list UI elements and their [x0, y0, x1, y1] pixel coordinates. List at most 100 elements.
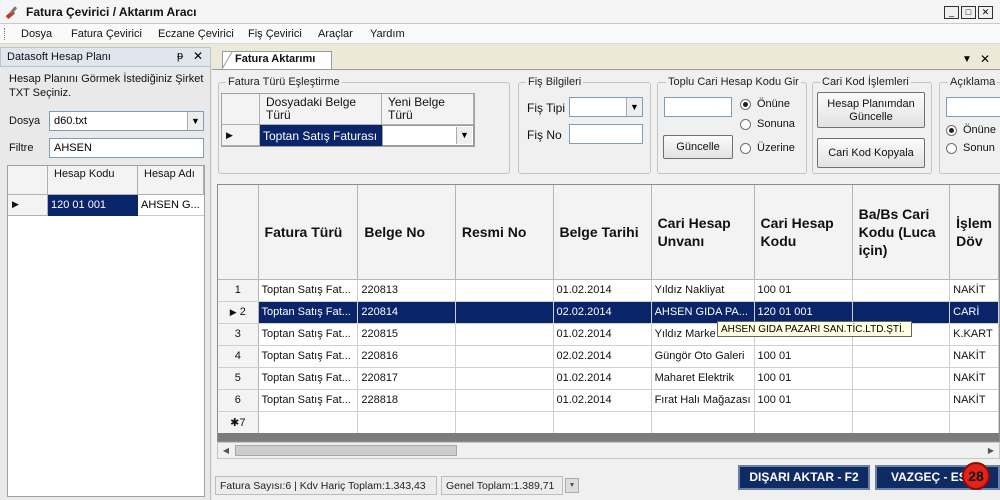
- cell-belge-tarihi[interactable]: 01.02.2014: [553, 367, 652, 390]
- bulk-code-input[interactable]: [664, 97, 732, 117]
- account-row-name[interactable]: AHSEN G...: [138, 195, 204, 216]
- cell-belge-no[interactable]: 220815: [357, 323, 456, 346]
- cell-belge-tarihi[interactable]: 01.02.2014: [553, 279, 652, 302]
- hesap-planindan-guncelle-button[interactable]: Hesap Planımdan Güncelle: [817, 92, 925, 128]
- cell-fatura-turu[interactable]: Toptan Satış Fat...: [258, 301, 359, 324]
- cell-empty[interactable]: [357, 411, 456, 434]
- radio-onune[interactable]: [740, 99, 751, 110]
- cell-babs-kod[interactable]: [852, 389, 951, 412]
- new-row[interactable]: ✱7: [218, 411, 999, 434]
- cell-islem[interactable]: K.KART: [949, 323, 999, 346]
- radio-sonuna[interactable]: [740, 119, 751, 130]
- cell-cari-unvan[interactable]: Fırat Halı Mağazası: [651, 389, 755, 412]
- col-belge-tarihi[interactable]: Belge Tarihi: [553, 185, 652, 280]
- cell-belge-no[interactable]: 220814: [357, 301, 456, 324]
- account-row-code[interactable]: 120 01 001: [48, 195, 138, 216]
- close-window-button[interactable]: ✕: [978, 6, 993, 19]
- cell-empty[interactable]: [258, 411, 359, 434]
- cell-cari-kod[interactable]: 100 01: [754, 367, 853, 390]
- fis-no-input[interactable]: [569, 124, 643, 144]
- cell-fatura-turu[interactable]: Toptan Satış Fat...: [258, 389, 359, 412]
- pin-icon[interactable]: ᵽ: [177, 50, 183, 62]
- cell-empty[interactable]: [651, 411, 755, 434]
- maximize-button[interactable]: □: [961, 6, 976, 19]
- cell-cari-unvan[interactable]: Yıldız Nakliyat: [651, 279, 755, 302]
- cell-fatura-turu[interactable]: Toptan Satış Fat...: [258, 279, 359, 302]
- tab-close-icon[interactable]: ✕: [980, 52, 990, 66]
- menu-dosya[interactable]: Dosya: [21, 28, 52, 40]
- mapping-chevron-down-icon[interactable]: ▼: [456, 127, 472, 144]
- cell-belge-tarihi[interactable]: 02.02.2014: [553, 345, 652, 368]
- cell-belge-tarihi[interactable]: 02.02.2014: [553, 301, 652, 324]
- cell-cari-unvan[interactable]: Güngör Oto Galeri: [651, 345, 755, 368]
- col-fatura-turu[interactable]: Fatura Türü: [258, 185, 359, 280]
- cell-resmi-no[interactable]: [455, 367, 554, 390]
- scroll-right-icon[interactable]: ▶: [984, 444, 998, 457]
- cell-belge-tarihi[interactable]: 01.02.2014: [553, 389, 652, 412]
- chevron-down-icon[interactable]: ▼: [187, 112, 203, 130]
- col-resmi-no[interactable]: Resmi No: [455, 185, 554, 280]
- cell-islem[interactable]: NAKİT: [949, 367, 999, 390]
- cell-resmi-no[interactable]: [455, 279, 554, 302]
- guncelle-button[interactable]: Güncelle: [663, 135, 733, 159]
- mapping-header-target[interactable]: Yeni Belge Türü: [382, 94, 474, 125]
- cell-resmi-no[interactable]: [455, 345, 554, 368]
- cell-islem[interactable]: NAKİT: [949, 345, 999, 368]
- cell-belge-no[interactable]: 228818: [357, 389, 456, 412]
- cell-resmi-no[interactable]: [455, 389, 554, 412]
- mapping-source-cell[interactable]: Toptan Satış Faturası: [260, 125, 382, 146]
- menu-fatura-cevirici[interactable]: Fatura Çevirici: [71, 28, 142, 40]
- radio-aciklama-onune[interactable]: [946, 125, 957, 136]
- cell-babs-kod[interactable]: [852, 279, 951, 302]
- cell-cari-unvan[interactable]: Maharet Elektrik: [651, 367, 755, 390]
- cell-empty[interactable]: [949, 411, 999, 434]
- scroll-thumb[interactable]: [235, 445, 457, 456]
- table-row[interactable]: 5 Toptan Satış Fat... 220817 01.02.2014 …: [218, 367, 999, 390]
- cell-cari-kod[interactable]: 100 01: [754, 345, 853, 368]
- account-grid-header-name[interactable]: Hesap Adı: [138, 166, 204, 195]
- cell-islem[interactable]: NAKİT: [949, 279, 999, 302]
- export-button[interactable]: DIŞARI AKTAR - F2: [738, 465, 870, 490]
- cell-islem[interactable]: NAKİT: [949, 389, 999, 412]
- cell-belge-no[interactable]: 220816: [357, 345, 456, 368]
- cell-empty[interactable]: [852, 411, 951, 434]
- menu-fis-cevirici[interactable]: Fiş Çevirici: [248, 28, 302, 40]
- cell-cari-kod[interactable]: 120 01 001: [754, 301, 853, 324]
- menu-yardim[interactable]: Yardım: [370, 28, 405, 40]
- mapping-header-source[interactable]: Dosyadaki Belge Türü: [260, 94, 382, 125]
- close-icon[interactable]: ✕: [193, 49, 203, 63]
- col-babs-kod[interactable]: Ba/Bs Cari Kodu (Luca için): [852, 185, 951, 280]
- cell-islem[interactable]: CARİ: [949, 301, 999, 324]
- minimize-button[interactable]: _: [944, 6, 959, 19]
- radio-uzerine[interactable]: [740, 143, 751, 154]
- cell-babs-kod[interactable]: [852, 367, 951, 390]
- cari-kod-kopyala-button[interactable]: Cari Kod Kopyala: [817, 138, 925, 168]
- cell-cari-unvan[interactable]: AHSEN GIDA PA...: [651, 301, 755, 324]
- menu-eczane-cevirici[interactable]: Eczane Çevirici: [158, 28, 234, 40]
- cell-empty[interactable]: [553, 411, 652, 434]
- col-cari-kod[interactable]: Cari Hesap Kodu: [754, 185, 853, 280]
- tab-menu-chevron-icon[interactable]: ▼: [962, 54, 972, 65]
- cell-babs-kod[interactable]: [852, 301, 951, 324]
- col-belge-no[interactable]: Belge No: [357, 185, 456, 280]
- radio-aciklama-sonuna[interactable]: [946, 143, 957, 154]
- cell-fatura-turu[interactable]: Toptan Satış Fat...: [258, 323, 359, 346]
- cell-cari-kod[interactable]: 100 01: [754, 279, 853, 302]
- account-grid-header-code[interactable]: Hesap Kodu: [48, 166, 138, 195]
- fis-tipi-chevron-down-icon[interactable]: ▼: [626, 98, 642, 116]
- col-islem-doviz[interactable]: İşlem Döv: [949, 185, 999, 280]
- table-row[interactable]: 4 Toptan Satış Fat... 220816 02.02.2014 …: [218, 345, 999, 368]
- cell-fatura-turu[interactable]: Toptan Satış Fat...: [258, 367, 359, 390]
- menu-araclar[interactable]: Araçlar: [318, 28, 353, 40]
- cell-fatura-turu[interactable]: Toptan Satış Fat...: [258, 345, 359, 368]
- cell-resmi-no[interactable]: [455, 323, 554, 346]
- table-row[interactable]: 6 Toptan Satış Fat... 228818 01.02.2014 …: [218, 389, 999, 412]
- cell-belge-no[interactable]: 220817: [357, 367, 456, 390]
- col-cari-unvan[interactable]: Cari Hesap Unvanı: [651, 185, 755, 280]
- filter-input[interactable]: AHSEN: [49, 138, 204, 158]
- cell-empty[interactable]: [754, 411, 853, 434]
- file-select[interactable]: d60.txt: [49, 111, 204, 131]
- cell-resmi-no[interactable]: [455, 301, 554, 324]
- cell-belge-tarihi[interactable]: 01.02.2014: [553, 323, 652, 346]
- table-row[interactable]: 1 Toptan Satış Fat... 220813 01.02.2014 …: [218, 279, 999, 302]
